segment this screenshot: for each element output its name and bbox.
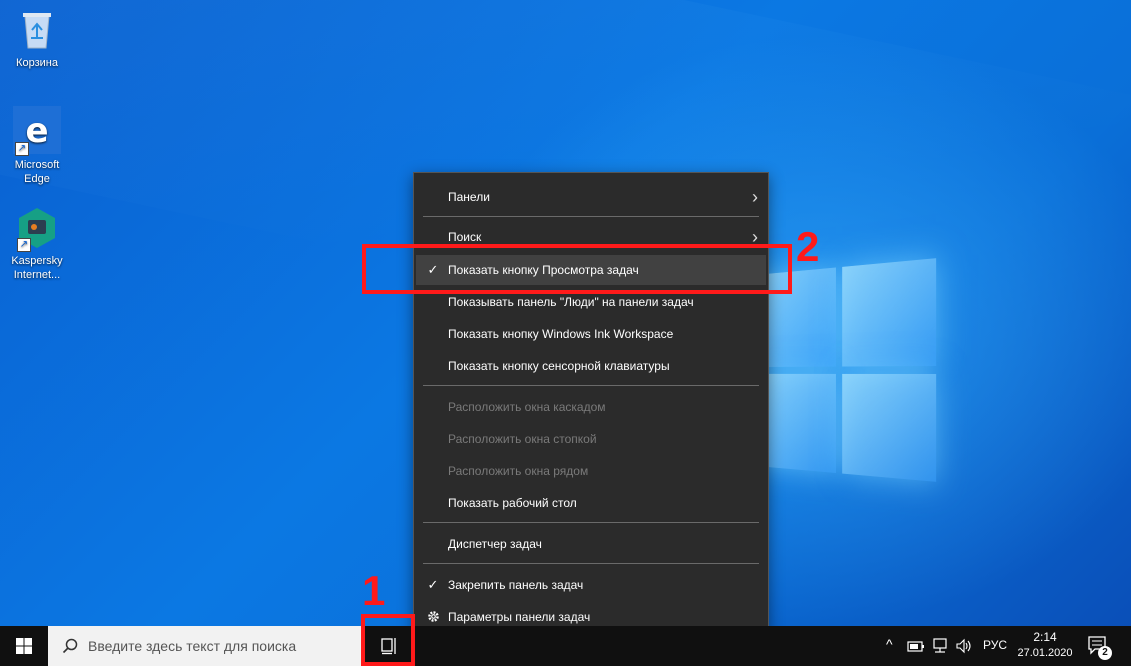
menu-separator: [423, 522, 759, 523]
desktop-icon-recycle-bin[interactable]: Корзина: [5, 8, 69, 70]
menu-item-ink-workspace[interactable]: Показать кнопку Windows Ink Workspace: [414, 319, 768, 349]
search-icon: [62, 638, 78, 654]
annotation-number-1: 1: [362, 567, 386, 614]
menu-item-touch-keyboard[interactable]: Показать кнопку сенсорной клавиатуры: [414, 351, 768, 381]
annotation-number-2: 2: [796, 223, 820, 270]
desktop-icon-label: Корзина: [16, 57, 58, 69]
language-indicator[interactable]: РУС: [983, 638, 1007, 652]
menu-item-task-manager[interactable]: Диспетчер задач: [414, 529, 768, 559]
shortcut-arrow-icon: ↗: [15, 142, 29, 156]
checkmark-icon: ✓: [427, 577, 439, 592]
taskbar-context-menu: Панели › Поиск › ✓ Показать кнопку Просм…: [413, 172, 769, 642]
chevron-right-icon: ›: [752, 187, 758, 207]
taskbar-search-box[interactable]: Введите здесь текст для поиска: [48, 626, 361, 666]
start-button[interactable]: [0, 626, 48, 666]
kaspersky-icon: ↗: [15, 206, 59, 252]
chevron-up-icon[interactable]: ^: [886, 636, 893, 652]
annotation-box-task-view: [361, 614, 415, 666]
menu-separator: [423, 216, 759, 217]
menu-separator: [423, 563, 759, 564]
volume-icon[interactable]: [955, 638, 973, 654]
desktop-icon-kaspersky[interactable]: ↗ Kaspersky Internet...: [5, 206, 69, 282]
recycle-bin-icon: [15, 8, 59, 52]
battery-icon[interactable]: [907, 639, 925, 653]
desktop-icon-edge[interactable]: e ↗ Microsoft Edge: [5, 106, 69, 186]
menu-item-show-desktop[interactable]: Показать рабочий стол: [414, 488, 768, 518]
notification-count-badge: 2: [1098, 646, 1112, 660]
clock-date: 27.01.2020: [1017, 647, 1073, 659]
clock[interactable]: 2:14 27.01.2020: [1010, 626, 1080, 666]
menu-item-side-by-side: Расположить окна рядом: [448, 464, 589, 478]
edge-icon: e ↗: [13, 106, 61, 156]
clock-time: 2:14: [1033, 630, 1057, 644]
desktop-icon-label: Kaspersky Internet...: [11, 255, 63, 281]
network-icon[interactable]: [932, 638, 950, 654]
shortcut-arrow-icon: ↗: [17, 238, 31, 252]
menu-item-panels[interactable]: Панели ›: [414, 182, 768, 212]
menu-item-stack: Расположить окна стопкой: [448, 432, 597, 446]
annotation-box-menu-item: [362, 244, 792, 294]
notification-center-button[interactable]: 2: [1086, 626, 1116, 666]
search-placeholder: Введите здесь текст для поиска: [88, 638, 297, 654]
menu-item-lock-taskbar[interactable]: ✓ Закрепить панель задач: [414, 570, 768, 600]
taskbar: Введите здесь текст для поиска ^ РУС 2:1…: [0, 626, 1131, 666]
windows-logo-icon: [16, 638, 32, 654]
menu-item-cascade: Расположить окна каскадом: [448, 400, 606, 414]
desktop-icon-label: Microsoft Edge: [14, 159, 60, 185]
menu-separator: [423, 385, 759, 386]
